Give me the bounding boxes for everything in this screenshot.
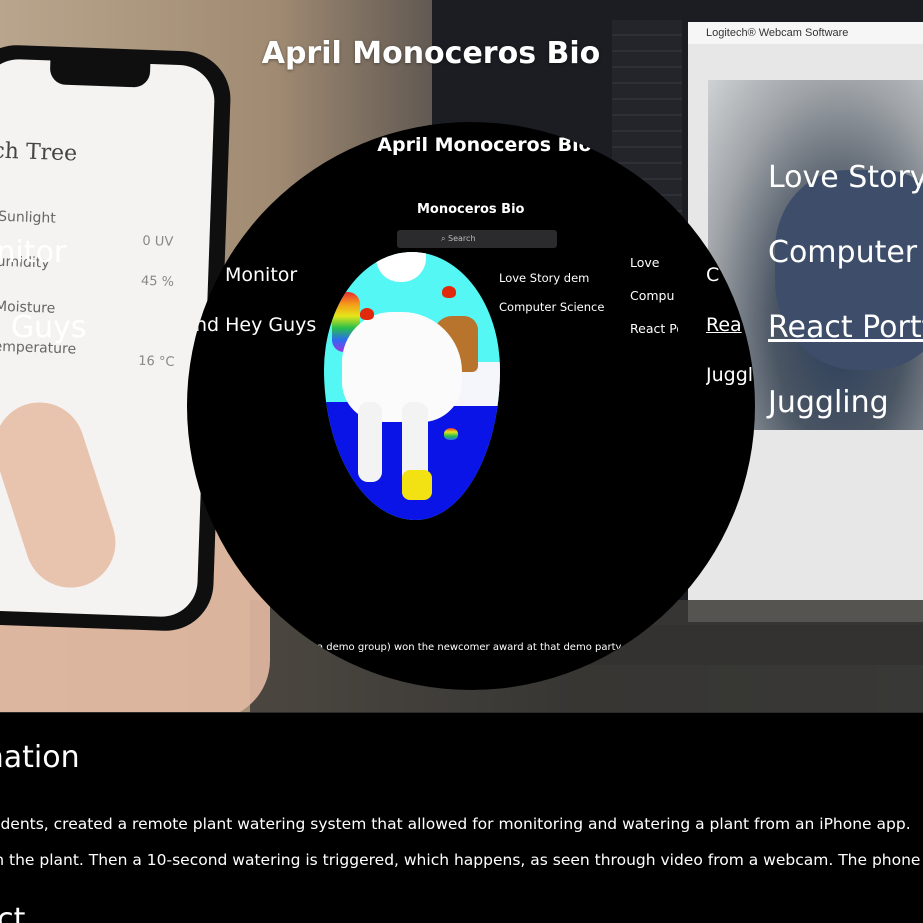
lens-caption: a demo group) won the newcomer award at … [317,642,622,653]
floating-strawberry [360,308,374,320]
lens-nav-left-item: Monitor [225,264,298,286]
section-divider [0,712,923,713]
nav-item-react-portfolio[interactable]: React Portf [768,290,923,365]
lens-inner-nav-right-item: React Port [630,321,678,336]
nav-right: Love Story Computer S React Portf Juggli… [768,140,923,440]
nav-left: ng me Monitor nd Hey Guys [0,140,87,365]
lens-inner-nav-mid: Love Story dem Computer Science N [499,264,605,322]
search-icon: ⌕ [441,234,449,243]
lens-inner-nav-item: Computer Science N [499,300,605,314]
explanation-paragraph: from the plant. Then a 10-second waterin… [0,851,923,869]
phone-humidity-value: 45 % [140,273,175,290]
lens-nav-right-item: C [706,264,720,286]
site-title[interactable]: April Monoceros Bio [0,36,862,71]
unicorn-leg [358,402,382,482]
nav-item-computer-science[interactable]: Computer S [768,215,923,290]
lens-nav-left-item: nd Hey Guys [195,314,317,336]
lens-nav-right: C Rea Juggl [706,250,755,400]
lens-inner-search-placeholder: Search [448,234,476,243]
explanation-paragraph: e students, created a remote plant water… [0,815,911,833]
nav-left-item[interactable]: nd Hey Guys [0,290,87,365]
lens-inner-nav-right-item: Love [630,255,660,270]
lens-inner-title: Monoceros Bio [417,202,525,217]
lens-inner-nav-right: Love Compu React Port [630,246,678,345]
phone-temperature-value: 16 °C [137,353,175,370]
nav-left-item[interactable]: ng [0,140,87,215]
floating-strawberry [442,286,456,298]
explanation-section: lanation e students, created a remote pl… [0,712,923,923]
cloud-shape [376,252,426,282]
lens-inner-nav-item: Love Story dem [499,271,590,285]
unicorn-hoof [402,470,432,500]
phone-sunlight-value: 0 UV [142,233,174,250]
lens-inner-searchbar: ⌕ Search [397,230,557,248]
nav-left-item[interactable]: me Monitor [0,215,87,290]
unicorn-3d-scene [324,252,500,520]
lens-nav-right-item: Rea [706,314,742,336]
lens-site-title: April Monoceros Bio [377,134,592,156]
lens-nav-left: Monitor nd Hey Guys [195,250,316,350]
rainbow-drop [444,428,458,440]
nav-item-juggling[interactable]: Juggling [768,365,923,440]
lens-nav-right-item: Juggl [706,364,754,386]
nav-item-love-story[interactable]: Love Story [768,140,923,215]
lens-inner-nav-right-item: Compu [630,288,675,303]
project-heading: oject [0,902,26,923]
circular-lens-viewport: April Monoceros Bio Monitor nd Hey Guys … [187,122,755,690]
explanation-heading: lanation [0,740,80,775]
